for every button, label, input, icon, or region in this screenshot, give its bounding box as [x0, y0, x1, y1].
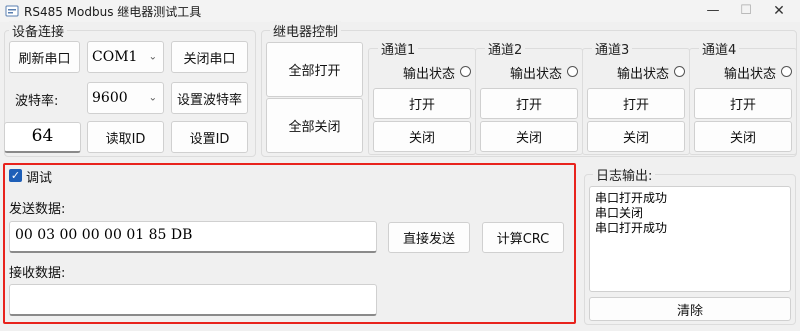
baud-rate-select[interactable]: 9600 ⌄: [87, 82, 164, 114]
window-title: RS485 Modbus 继电器测试工具: [24, 5, 202, 19]
channel-3-status-indicator: [674, 66, 685, 77]
title-bar: RS485 Modbus 继电器测试工具 — ☐ ✕: [0, 0, 800, 22]
app-icon: [5, 5, 19, 17]
calculate-crc-button[interactable]: 计算CRC: [482, 222, 564, 253]
relay-group-title: 继电器控制: [270, 21, 342, 40]
baud-rate-label: 波特率:: [15, 94, 59, 109]
channel-1-title: 通道1: [378, 39, 419, 58]
app-window: RS485 Modbus 继电器测试工具 — ☐ ✕ 设备连接 刷新串口 COM…: [0, 0, 800, 331]
channel-1-status-label: 输出状态: [403, 67, 456, 82]
chevron-down-icon: ⌄: [148, 92, 157, 104]
device-id-input[interactable]: 64: [4, 122, 81, 153]
send-data-input[interactable]: 00 03 00 00 00 01 85 DB: [9, 221, 377, 253]
log-group-title: 日志输出:: [593, 165, 656, 184]
port-select-value: COM1: [92, 49, 138, 65]
channel-1-status-indicator: [460, 66, 471, 77]
channel-4-off-button[interactable]: 关闭: [694, 121, 792, 152]
refresh-port-button[interactable]: 刷新串口: [9, 41, 80, 73]
channel-4-title: 通道4: [699, 39, 740, 58]
set-id-button[interactable]: 设置ID: [171, 121, 248, 153]
channel-1-off-button[interactable]: 关闭: [373, 121, 471, 152]
device-id-value: 64: [31, 126, 54, 146]
debug-checkbox[interactable]: ✓: [9, 169, 22, 182]
channel-4-on-button[interactable]: 打开: [694, 88, 792, 119]
debug-checkbox-label: 调试: [26, 171, 53, 186]
channel-3-off-button[interactable]: 关闭: [587, 121, 685, 152]
send-data-value: 00 03 00 00 00 01 85 DB: [15, 227, 193, 243]
send-data-label: 发送数据:: [9, 202, 66, 217]
channel-4-status-indicator: [781, 66, 792, 77]
channel-2-status-label: 输出状态: [510, 67, 563, 82]
channel-3-title: 通道3: [592, 39, 633, 58]
channel-2-title: 通道2: [485, 39, 526, 58]
all-on-button[interactable]: 全部打开: [266, 42, 363, 97]
channel-4-status-label: 输出状态: [724, 67, 777, 82]
receive-data-input[interactable]: [9, 284, 377, 316]
all-off-button[interactable]: 全部关闭: [266, 98, 363, 153]
close-window-button[interactable]: ✕: [756, 0, 800, 22]
read-id-button[interactable]: 读取ID: [87, 121, 164, 153]
device-group-title: 设备连接: [9, 21, 68, 40]
channel-3-on-button[interactable]: 打开: [587, 88, 685, 119]
baud-rate-value: 9600: [92, 90, 128, 106]
receive-data-label: 接收数据:: [9, 266, 66, 281]
log-line: 串口关闭: [595, 206, 644, 220]
clear-log-button[interactable]: 清除: [589, 297, 791, 321]
port-select[interactable]: COM1 ⌄: [87, 41, 164, 73]
log-line: 串口打开成功: [595, 191, 668, 205]
channel-2-off-button[interactable]: 关闭: [480, 121, 578, 152]
channel-1-on-button[interactable]: 打开: [373, 88, 471, 119]
log-output-area[interactable]: 串口打开成功 串口关闭 串口打开成功: [589, 186, 791, 292]
log-line: 串口打开成功: [595, 221, 668, 235]
channel-2-on-button[interactable]: 打开: [480, 88, 578, 119]
send-direct-button[interactable]: 直接发送: [388, 222, 470, 253]
channel-3-status-label: 输出状态: [617, 67, 670, 82]
channel-2-status-indicator: [567, 66, 578, 77]
chevron-down-icon: ⌄: [148, 51, 157, 63]
set-baud-rate-button[interactable]: 设置波特率: [171, 82, 248, 114]
close-port-button[interactable]: 关闭串口: [171, 41, 248, 73]
